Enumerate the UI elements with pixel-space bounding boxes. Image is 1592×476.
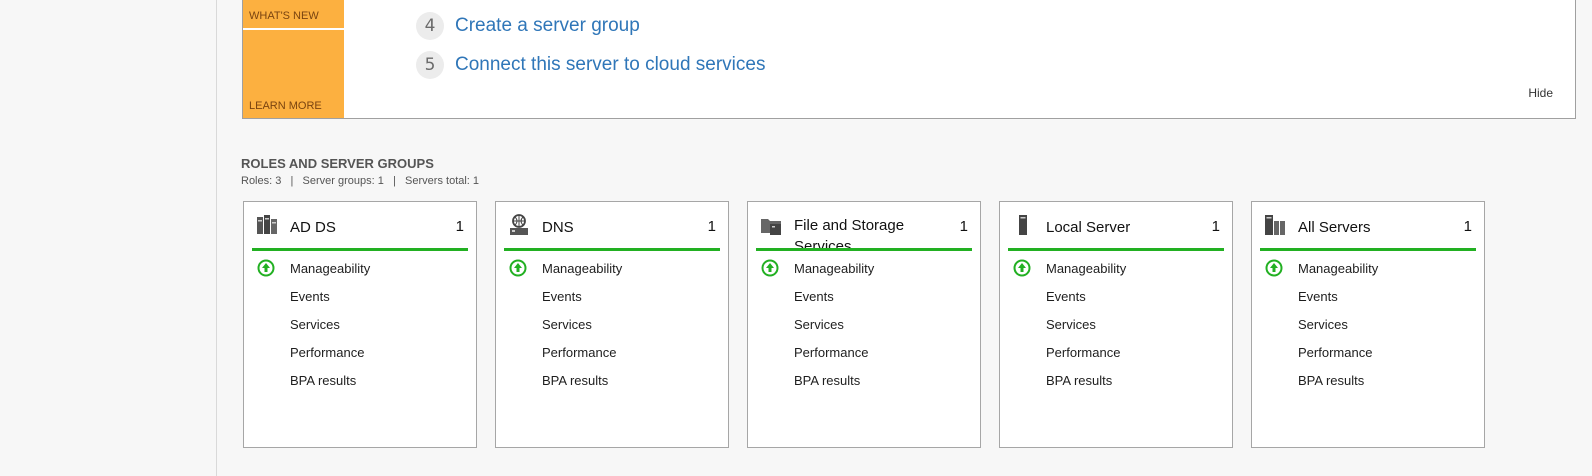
row-services[interactable]: Services (1000, 310, 1232, 338)
row-services[interactable]: Services (496, 310, 728, 338)
step-connect-cloud[interactable]: 5 Connect this server to cloud services (416, 50, 765, 80)
status-bar (1260, 248, 1476, 251)
row-performance[interactable]: Performance (748, 338, 980, 366)
tile-dns[interactable]: DNS 1 Manageability Events Services Perf… (495, 201, 729, 448)
welcome-sidebar: WHAT'S NEW LEARN MORE (243, 0, 344, 118)
row-events[interactable]: Events (748, 282, 980, 310)
servers-icon (1265, 215, 1285, 235)
row-events[interactable]: Events (1252, 282, 1484, 310)
row-label[interactable]: Manageability (794, 261, 874, 276)
status-bar (252, 248, 468, 251)
row-manageability[interactable]: Manageability (1000, 254, 1232, 282)
step-create-server-group[interactable]: 4 Create a server group (416, 11, 765, 41)
quick-start-steps: 4 Create a server group 5 Connect this s… (416, 11, 765, 89)
row-manageability[interactable]: Manageability (496, 254, 728, 282)
row-bpa-results[interactable]: BPA results (1252, 366, 1484, 394)
left-nav-pane (0, 0, 217, 476)
tile-ad-ds[interactable]: AD DS 1 Manageability Events Services Pe… (243, 201, 477, 448)
server-icon (1019, 215, 1027, 235)
create-server-group-link[interactable]: Create a server group (455, 15, 640, 37)
tile-local-server[interactable]: Local Server 1 Manageability Events Serv… (999, 201, 1233, 448)
row-label[interactable]: Manageability (542, 261, 622, 276)
row-label[interactable]: Performance (794, 345, 868, 360)
row-manageability[interactable]: Manageability (1252, 254, 1484, 282)
row-events[interactable]: Events (496, 282, 728, 310)
status-ok-icon (1013, 259, 1031, 277)
section-title: ROLES AND SERVER GROUPS (241, 156, 434, 171)
status-ok-icon (761, 259, 779, 277)
row-bpa-results[interactable]: BPA results (496, 366, 728, 394)
tile-all-servers[interactable]: All Servers 1 Manageability Events Servi… (1251, 201, 1485, 448)
row-label[interactable]: Performance (290, 345, 364, 360)
row-manageability[interactable]: Manageability (244, 254, 476, 282)
row-label[interactable]: Services (1046, 317, 1096, 332)
row-label[interactable]: Performance (1298, 345, 1372, 360)
row-performance[interactable]: Performance (1000, 338, 1232, 366)
step-number: 5 (416, 51, 444, 79)
row-label[interactable]: BPA results (290, 373, 356, 388)
tile-title[interactable]: Local Server (1046, 217, 1196, 238)
row-services[interactable]: Services (244, 310, 476, 338)
welcome-panel: WHAT'S NEW LEARN MORE 4 Create a server … (242, 0, 1576, 119)
tile-file-storage[interactable]: File and Storage Services 1 Manageabilit… (747, 201, 981, 448)
row-label[interactable]: Events (290, 289, 330, 304)
row-label[interactable]: BPA results (1046, 373, 1112, 388)
row-label[interactable]: BPA results (542, 373, 608, 388)
row-label[interactable]: Events (794, 289, 834, 304)
learn-more-link[interactable]: LEARN MORE (249, 100, 322, 112)
status-ok-icon (257, 259, 275, 277)
row-label[interactable]: Manageability (1046, 261, 1126, 276)
status-bar (504, 248, 720, 251)
row-performance[interactable]: Performance (1252, 338, 1484, 366)
tile-title[interactable]: All Servers (1298, 217, 1448, 238)
tile-count: 1 (959, 218, 968, 235)
tile-count: 1 (1211, 218, 1220, 235)
tile-count: 1 (707, 218, 716, 235)
row-label[interactable]: Performance (1046, 345, 1120, 360)
whats-new-link[interactable]: WHAT'S NEW (249, 10, 319, 22)
row-events[interactable]: Events (1000, 282, 1232, 310)
row-label[interactable]: Services (542, 317, 592, 332)
divider (243, 28, 344, 30)
row-bpa-results[interactable]: BPA results (244, 366, 476, 394)
ad-ds-icon (257, 215, 277, 234)
row-label[interactable]: BPA results (1298, 373, 1364, 388)
row-manageability[interactable]: Manageability (748, 254, 980, 282)
tile-title[interactable]: DNS (542, 217, 692, 238)
tile-count: 1 (1463, 218, 1472, 235)
row-label[interactable]: Events (1046, 289, 1086, 304)
tile-count: 1 (455, 218, 464, 235)
row-bpa-results[interactable]: BPA results (1000, 366, 1232, 394)
status-bar (756, 248, 972, 251)
row-label[interactable]: Manageability (290, 261, 370, 276)
row-label[interactable]: BPA results (794, 373, 860, 388)
row-services[interactable]: Services (748, 310, 980, 338)
status-ok-icon (1265, 259, 1283, 277)
row-label[interactable]: Services (290, 317, 340, 332)
row-label[interactable]: Services (1298, 317, 1348, 332)
row-performance[interactable]: Performance (244, 338, 476, 366)
hide-link[interactable]: Hide (1528, 86, 1553, 100)
connect-cloud-services-link[interactable]: Connect this server to cloud services (455, 54, 765, 76)
section-summary: Roles: 3 | Server groups: 1 | Servers to… (241, 175, 480, 187)
row-services[interactable]: Services (1252, 310, 1484, 338)
row-label[interactable]: Events (542, 289, 582, 304)
row-events[interactable]: Events (244, 282, 476, 310)
row-bpa-results[interactable]: BPA results (748, 366, 980, 394)
row-performance[interactable]: Performance (496, 338, 728, 366)
row-label[interactable]: Performance (542, 345, 616, 360)
file-storage-icon (761, 219, 781, 235)
row-label[interactable]: Events (1298, 289, 1338, 304)
dns-icon (510, 214, 528, 235)
status-ok-icon (509, 259, 527, 277)
row-label[interactable]: Manageability (1298, 261, 1378, 276)
row-label[interactable]: Services (794, 317, 844, 332)
tile-title[interactable]: AD DS (290, 217, 440, 238)
status-bar (1008, 248, 1224, 251)
step-number: 4 (416, 12, 444, 40)
